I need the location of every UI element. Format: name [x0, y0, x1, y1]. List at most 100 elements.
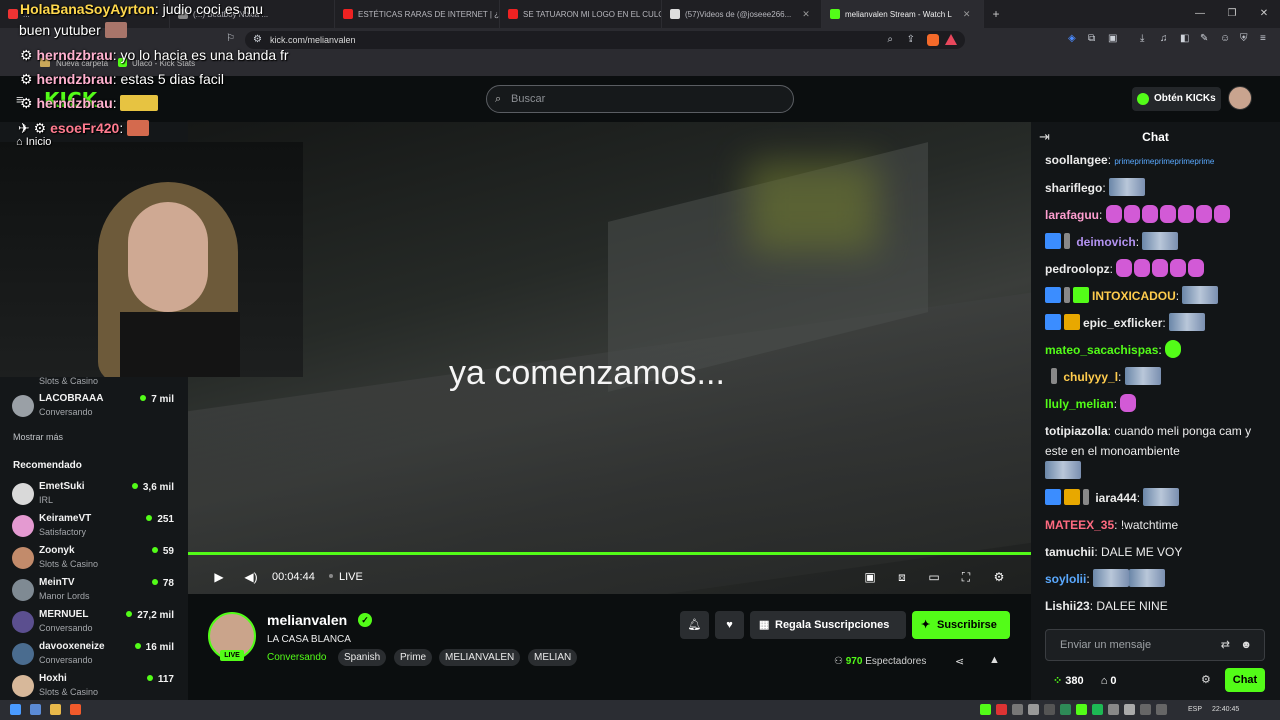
search-input[interactable]: ⌕ Buscar — [486, 85, 794, 113]
volume-icon[interactable]: ◀) — [243, 569, 259, 585]
chat-username[interactable]: deimovich — [1076, 235, 1135, 249]
sidebar-recommended-channel[interactable]: Zoonyk Slots & Casino 59 — [12, 544, 180, 574]
chat-message-input[interactable]: Enviar un mensaje ⇄ ☻ — [1045, 629, 1265, 661]
report-warning-icon[interactable]: ▲ — [989, 654, 1000, 666]
sidebar-recommended-channel[interactable]: MERNUEL Conversando 27,2 mil — [12, 608, 180, 638]
subscribe-button[interactable]: ✦ Suscribirse — [912, 611, 1010, 639]
shield-icon[interactable]: ⛨ — [1240, 33, 1248, 44]
pip-icon[interactable]: ▣ — [862, 569, 878, 585]
brave-icon[interactable] — [70, 704, 81, 715]
close-tab-icon[interactable]: ✕ — [802, 9, 810, 20]
sidebar-recommended-channel[interactable]: EmetSuki IRL 3,6 mil — [12, 480, 180, 510]
chat-username[interactable]: chulyyy_l — [1063, 370, 1118, 384]
folder-icon[interactable] — [50, 704, 61, 715]
leo-icon[interactable]: ✎ — [1200, 33, 1208, 44]
start-icon[interactable] — [10, 704, 21, 715]
profile-icon[interactable]: ☺ — [1220, 33, 1230, 44]
tag-chip[interactable]: Prime — [394, 649, 433, 666]
close-window-icon[interactable]: ✕ — [1248, 0, 1280, 28]
clip-icon[interactable]: ⧈ — [894, 569, 910, 585]
browser-tab[interactable]: SE TATUARON MI LOGO EN EL CULO — [500, 0, 662, 28]
chat-username[interactable]: Lishii23 — [1045, 599, 1090, 613]
sidebar-recommended-channel[interactable]: Hoxhi Slots & Casino 117 — [12, 672, 180, 702]
fullscreen-icon[interactable]: ⛶ — [958, 569, 974, 585]
media-icon[interactable]: ♫ — [1160, 33, 1168, 44]
streamer-name[interactable]: melianvalen — [267, 612, 347, 628]
show-more-link[interactable]: Mostrar más — [13, 432, 63, 442]
zoom-icon[interactable]: ⌕ — [887, 31, 893, 49]
sidebar-toggle-icon[interactable]: ◧ — [1180, 33, 1189, 44]
chat-username[interactable]: mateo_sacachispas — [1045, 343, 1158, 357]
store-icon[interactable]: ⌂ — [1101, 675, 1108, 687]
stream-category[interactable]: Conversando — [267, 652, 326, 663]
language-indicator[interactable]: ESP — [1188, 706, 1202, 713]
download-icon[interactable]: ⤓ — [1140, 33, 1144, 44]
video-progress-bar[interactable] — [188, 552, 1031, 555]
get-kicks-button[interactable]: Obtén KICKs — [1132, 87, 1221, 111]
tray-icon[interactable] — [980, 704, 991, 715]
taskbar-app-icon[interactable] — [30, 704, 41, 715]
share-icon[interactable]: ⋖ — [955, 655, 964, 668]
sidebar-recommended-channel[interactable]: davooxeneize Conversando 16 mil — [12, 640, 180, 670]
tray-icon[interactable] — [1012, 704, 1023, 715]
chat-username[interactable]: soylolii — [1045, 572, 1086, 586]
chat-username[interactable]: totipiazolla — [1045, 424, 1108, 438]
sidebar-recommended-channel[interactable]: MeinTV Manor Lords 78 — [12, 576, 180, 606]
browser-tab[interactable]: ESTÉTICAS RARAS DE INTERNET | ¿C — [335, 0, 500, 28]
brave-rewards-icon[interactable] — [945, 34, 957, 45]
tray-icon[interactable] — [1108, 704, 1119, 715]
wallet-icon[interactable]: ▣ — [1108, 33, 1117, 44]
chat-username[interactable]: lluly_melian — [1045, 397, 1114, 411]
tray-icon[interactable] — [1028, 704, 1039, 715]
sidebar-recommended-channel[interactable]: KeirameVT Satisfactory 251 — [12, 512, 180, 542]
tag-chip[interactable]: MELIANVALEN — [439, 649, 521, 666]
new-tab-icon[interactable]: + — [984, 7, 1008, 21]
menu-icon[interactable]: ≡ — [1260, 33, 1266, 44]
url-field[interactable]: ⚙ kick.com/melianvalen ⌕ ⇪ — [245, 31, 965, 49]
tag-chip[interactable]: MELIAN — [528, 649, 578, 666]
video-player[interactable]: ya comenzamos... ▶ ◀) 00:04:44 LIVE ▣ ⧈ … — [188, 122, 1031, 594]
vpn-icon[interactable]: ◈ — [1068, 33, 1076, 44]
translate-icon[interactable]: ⇄ — [1221, 630, 1230, 660]
tray-icon[interactable] — [1076, 704, 1087, 715]
chat-username[interactable]: larafaguu — [1045, 208, 1099, 222]
tray-icon[interactable] — [1124, 704, 1135, 715]
follow-heart-button[interactable]: ♥ — [715, 611, 744, 639]
tray-icon[interactable] — [996, 704, 1007, 715]
emoji-icon[interactable]: ☻ — [1240, 630, 1252, 660]
gift-subs-button[interactable]: ▦ Regala Suscripciones — [750, 611, 906, 639]
browser-tab-active[interactable]: melianvalen Stream - Watch L ✕ — [822, 0, 984, 28]
settings-gear-icon[interactable]: ⚙ — [991, 569, 1007, 585]
chat-username[interactable]: pedroolopz — [1045, 262, 1110, 276]
chat-settings-icon[interactable]: ⚙ — [1201, 673, 1211, 686]
chat-username[interactable]: iara444 — [1095, 491, 1136, 505]
minimize-icon[interactable]: — — [1184, 0, 1216, 28]
chat-username[interactable]: MATEEX_35 — [1045, 518, 1114, 532]
user-avatar[interactable] — [1228, 86, 1252, 110]
chat-send-button[interactable]: Chat — [1225, 668, 1265, 692]
tag-chip[interactable]: Spanish — [338, 649, 387, 666]
sidebar-channel[interactable]: LACOBRAAA Conversando 7 mil — [12, 392, 180, 422]
chat-username[interactable]: tamuchii — [1045, 545, 1094, 559]
bookmark-icon[interactable]: ⚐ — [226, 33, 235, 44]
chat-username[interactable]: soollangee — [1045, 153, 1108, 167]
tray-icon[interactable] — [1060, 704, 1071, 715]
play-icon[interactable]: ▶ — [211, 569, 227, 585]
spotify-icon[interactable] — [1092, 704, 1103, 715]
restore-icon[interactable]: ❐ — [1216, 0, 1248, 28]
tray-icon[interactable] — [1044, 704, 1055, 715]
theater-mode-icon[interactable]: ▭ — [926, 569, 942, 585]
share-icon[interactable]: ⇪ — [907, 31, 915, 49]
wifi-icon[interactable] — [1140, 704, 1151, 715]
system-clock[interactable]: 22:40:45 — [1212, 706, 1239, 713]
live-indicator[interactable]: LIVE — [329, 571, 363, 583]
chat-username[interactable]: INTOXICADOU — [1092, 289, 1176, 303]
brave-shields-icon[interactable] — [927, 34, 939, 46]
notification-bell-button[interactable]: 🔔︎ — [680, 611, 709, 639]
chat-username[interactable]: epic_exflicker — [1083, 316, 1162, 330]
extensions-icon[interactable]: ⧉ — [1088, 33, 1095, 44]
chat-username[interactable]: shariflego — [1045, 181, 1102, 195]
browser-tab[interactable]: (57)Videos de (@joseee266... ✕ — [662, 0, 822, 28]
volume-tray-icon[interactable] — [1156, 704, 1167, 715]
close-tab-icon[interactable]: ✕ — [963, 9, 971, 20]
